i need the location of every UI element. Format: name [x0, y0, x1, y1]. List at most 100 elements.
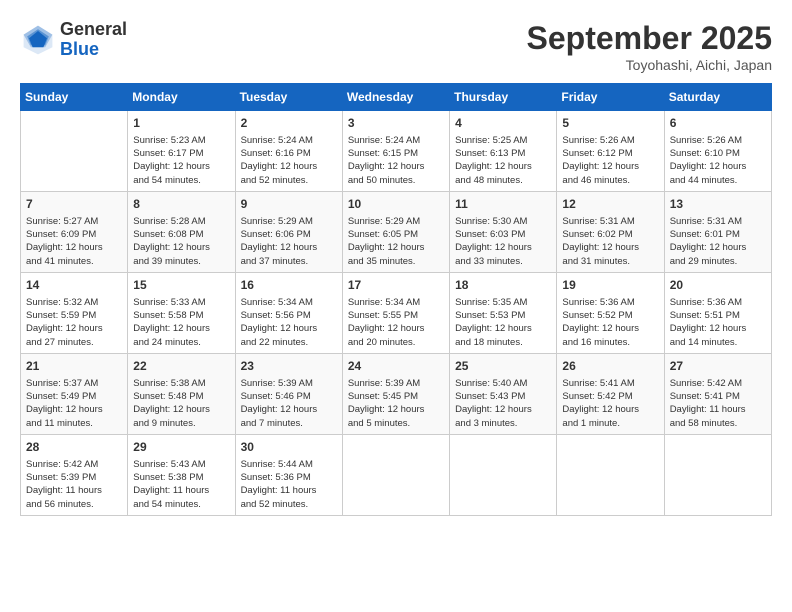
day-number: 13 [670, 196, 766, 213]
day-info: Sunrise: 5:42 AM Sunset: 5:39 PM Dayligh… [26, 458, 122, 511]
day-number: 8 [133, 196, 229, 213]
calendar-cell: 2Sunrise: 5:24 AM Sunset: 6:16 PM Daylig… [235, 111, 342, 192]
day-number: 25 [455, 358, 551, 375]
day-number: 29 [133, 439, 229, 456]
header-cell-wednesday: Wednesday [342, 84, 449, 111]
calendar-cell: 19 Sunrise: 5:36 AM Sunset: 5:52 PM Dayli… [557, 272, 664, 353]
day-number: 30 [241, 439, 337, 456]
calendar-cell: 25 Sunrise: 5:40 AM Sunset: 5:43 PM Dayli… [450, 353, 557, 434]
header-row: SundayMondayTuesdayWednesdayThursdayFrid… [21, 84, 772, 111]
calendar-cell [557, 434, 664, 515]
calendar-cell: 20 Sunrise: 5:36 AM Sunset: 5:51 PM Dayli… [664, 272, 771, 353]
day-info: Sunrise: 5:27 AM Sunset: 6:09 PM Dayligh… [26, 215, 122, 268]
day-number: 10 [348, 196, 444, 213]
calendar-cell [450, 434, 557, 515]
week-row-2: 7Sunrise: 5:27 AM Sunset: 6:09 PM Daylig… [21, 191, 772, 272]
day-info: Sunrise: 5:31 AM Sunset: 6:02 PM Dayligh… [562, 215, 658, 268]
day-number: 15 [133, 277, 229, 294]
calendar-cell: 21 Sunrise: 5:37 AM Sunset: 5:49 PM Dayli… [21, 353, 128, 434]
day-info: Sunrise: 5:39 AM Sunset: 5:45 PM Dayligh… [348, 377, 444, 430]
calendar-cell: 16 Sunrise: 5:34 AM Sunset: 5:56 PM Dayli… [235, 272, 342, 353]
day-info: Sunrise: 5:30 AM Sunset: 6:03 PM Dayligh… [455, 215, 551, 268]
logo: General Blue [20, 20, 127, 60]
header-cell-saturday: Saturday [664, 84, 771, 111]
calendar-cell: 26 Sunrise: 5:41 AM Sunset: 5:42 PM Dayli… [557, 353, 664, 434]
calendar-cell: 4 Sunrise: 5:25 AM Sunset: 6:13 PM Daylig… [450, 111, 557, 192]
calendar-cell: 18Sunrise: 5:35 AM Sunset: 5:53 PM Dayli… [450, 272, 557, 353]
day-info: Sunrise: 5:25 AM Sunset: 6:13 PM Dayligh… [455, 134, 551, 187]
calendar-cell: 3Sunrise: 5:24 AM Sunset: 6:15 PM Daylig… [342, 111, 449, 192]
day-info: Sunrise: 5:32 AM Sunset: 5:59 PM Dayligh… [26, 296, 122, 349]
day-number: 24 [348, 358, 444, 375]
day-number: 21 [26, 358, 122, 375]
day-info: Sunrise: 5:37 AM Sunset: 5:49 PM Dayligh… [26, 377, 122, 430]
day-info: Sunrise: 5:40 AM Sunset: 5:43 PM Dayligh… [455, 377, 551, 430]
day-number: 23 [241, 358, 337, 375]
day-number: 28 [26, 439, 122, 456]
day-number: 6 [670, 115, 766, 132]
calendar-cell: 12 Sunrise: 5:31 AM Sunset: 6:02 PM Dayli… [557, 191, 664, 272]
day-info: Sunrise: 5:24 AM Sunset: 6:15 PM Dayligh… [348, 134, 444, 187]
day-number: 17 [348, 277, 444, 294]
logo-icon [20, 22, 56, 58]
day-info: Sunrise: 5:44 AM Sunset: 5:36 PM Dayligh… [241, 458, 337, 511]
calendar-cell [21, 111, 128, 192]
calendar-cell: 10Sunrise: 5:29 AM Sunset: 6:05 PM Dayli… [342, 191, 449, 272]
day-info: Sunrise: 5:43 AM Sunset: 5:38 PM Dayligh… [133, 458, 229, 511]
day-number: 2 [241, 115, 337, 132]
day-number: 11 [455, 196, 551, 213]
calendar-cell: 5 Sunrise: 5:26 AM Sunset: 6:12 PM Daylig… [557, 111, 664, 192]
day-info: Sunrise: 5:38 AM Sunset: 5:48 PM Dayligh… [133, 377, 229, 430]
day-number: 14 [26, 277, 122, 294]
day-number: 20 [670, 277, 766, 294]
title-block: September 2025 Toyohashi, Aichi, Japan [527, 20, 772, 73]
day-info: Sunrise: 5:42 AM Sunset: 5:41 PM Dayligh… [670, 377, 766, 430]
calendar-cell: 24 Sunrise: 5:39 AM Sunset: 5:45 PM Dayli… [342, 353, 449, 434]
calendar-cell: 11 Sunrise: 5:30 AM Sunset: 6:03 PM Dayli… [450, 191, 557, 272]
calendar-cell: 27 Sunrise: 5:42 AM Sunset: 5:41 PM Dayli… [664, 353, 771, 434]
day-info: Sunrise: 5:41 AM Sunset: 5:42 PM Dayligh… [562, 377, 658, 430]
logo-general-text: General [60, 19, 127, 39]
month-title: September 2025 [527, 20, 772, 57]
calendar-cell: 1 Sunrise: 5:23 AM Sunset: 6:17 PM Daylig… [128, 111, 235, 192]
day-number: 16 [241, 277, 337, 294]
week-row-5: 28 Sunrise: 5:42 AM Sunset: 5:39 PM Dayli… [21, 434, 772, 515]
calendar-cell: 28 Sunrise: 5:42 AM Sunset: 5:39 PM Dayli… [21, 434, 128, 515]
day-info: Sunrise: 5:34 AM Sunset: 5:55 PM Dayligh… [348, 296, 444, 349]
calendar-cell [342, 434, 449, 515]
calendar-cell: 6 Sunrise: 5:26 AM Sunset: 6:10 PM Daylig… [664, 111, 771, 192]
day-number: 4 [455, 115, 551, 132]
day-number: 1 [133, 115, 229, 132]
calendar-cell: 7Sunrise: 5:27 AM Sunset: 6:09 PM Daylig… [21, 191, 128, 272]
day-info: Sunrise: 5:33 AM Sunset: 5:58 PM Dayligh… [133, 296, 229, 349]
day-number: 22 [133, 358, 229, 375]
day-number: 19 [562, 277, 658, 294]
day-info: Sunrise: 5:31 AM Sunset: 6:01 PM Dayligh… [670, 215, 766, 268]
day-number: 27 [670, 358, 766, 375]
header-cell-friday: Friday [557, 84, 664, 111]
calendar-cell: 8Sunrise: 5:28 AM Sunset: 6:08 PM Daylig… [128, 191, 235, 272]
calendar-cell: 14 Sunrise: 5:32 AM Sunset: 5:59 PM Dayli… [21, 272, 128, 353]
day-info: Sunrise: 5:26 AM Sunset: 6:10 PM Dayligh… [670, 134, 766, 187]
location-text: Toyohashi, Aichi, Japan [527, 57, 772, 73]
calendar-cell: 30 Sunrise: 5:44 AM Sunset: 5:36 PM Dayli… [235, 434, 342, 515]
day-info: Sunrise: 5:36 AM Sunset: 5:51 PM Dayligh… [670, 296, 766, 349]
calendar-cell: 17 Sunrise: 5:34 AM Sunset: 5:55 PM Dayli… [342, 272, 449, 353]
page-header: General Blue September 2025 Toyohashi, A… [20, 20, 772, 73]
day-info: Sunrise: 5:23 AM Sunset: 6:17 PM Dayligh… [133, 134, 229, 187]
header-cell-tuesday: Tuesday [235, 84, 342, 111]
day-info: Sunrise: 5:29 AM Sunset: 6:06 PM Dayligh… [241, 215, 337, 268]
calendar-cell: 23Sunrise: 5:39 AM Sunset: 5:46 PM Dayli… [235, 353, 342, 434]
day-info: Sunrise: 5:34 AM Sunset: 5:56 PM Dayligh… [241, 296, 337, 349]
calendar-cell: 9Sunrise: 5:29 AM Sunset: 6:06 PM Daylig… [235, 191, 342, 272]
calendar-cell: 15 Sunrise: 5:33 AM Sunset: 5:58 PM Dayli… [128, 272, 235, 353]
day-number: 12 [562, 196, 658, 213]
day-number: 5 [562, 115, 658, 132]
day-number: 26 [562, 358, 658, 375]
header-cell-sunday: Sunday [21, 84, 128, 111]
day-number: 18 [455, 277, 551, 294]
day-info: Sunrise: 5:26 AM Sunset: 6:12 PM Dayligh… [562, 134, 658, 187]
day-info: Sunrise: 5:36 AM Sunset: 5:52 PM Dayligh… [562, 296, 658, 349]
calendar-cell: 13 Sunrise: 5:31 AM Sunset: 6:01 PM Dayli… [664, 191, 771, 272]
week-row-1: 1 Sunrise: 5:23 AM Sunset: 6:17 PM Daylig… [21, 111, 772, 192]
